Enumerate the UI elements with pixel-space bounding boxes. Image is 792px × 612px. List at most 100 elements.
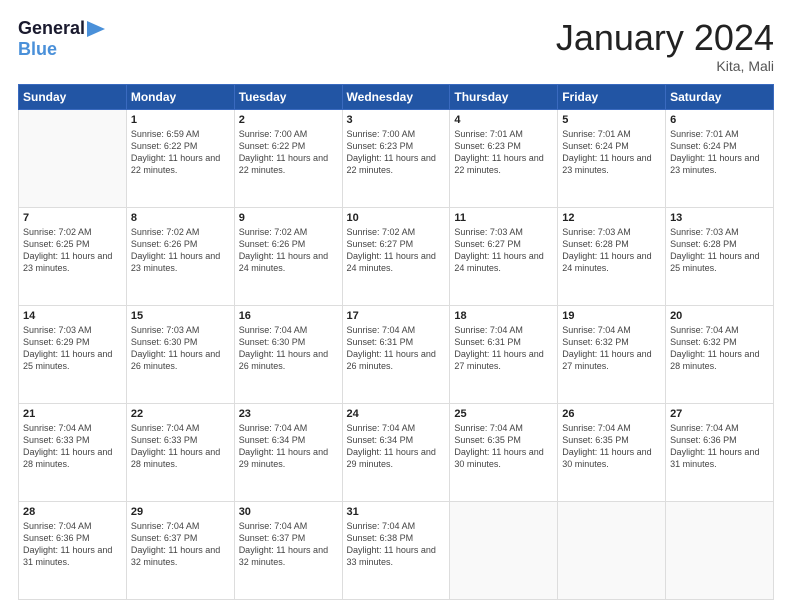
day-number: 9 xyxy=(239,212,338,224)
page: General Blue January 2024 Kita, Mali Sun… xyxy=(0,0,792,612)
calendar-header-row: SundayMondayTuesdayWednesdayThursdayFrid… xyxy=(19,84,774,109)
title-section: January 2024 Kita, Mali xyxy=(556,18,774,74)
day-number: 11 xyxy=(454,212,553,224)
day-number: 7 xyxy=(23,212,122,224)
calendar-cell: 31Sunrise: 7:04 AMSunset: 6:38 PMDayligh… xyxy=(342,501,450,599)
calendar-cell: 13 Sunrise: 7:03 AMSunset: 6:28 PMDayligh… xyxy=(666,207,774,305)
cell-details: Sunrise: 7:03 AMSunset: 6:29 PMDaylight:… xyxy=(23,324,122,373)
calendar-cell: 17 Sunrise: 7:04 AMSunset: 6:31 PMDayligh… xyxy=(342,305,450,403)
day-number: 27 xyxy=(670,408,769,420)
day-number: 28 xyxy=(23,506,122,518)
calendar-cell: 29Sunrise: 7:04 AMSunset: 6:37 PMDayligh… xyxy=(126,501,234,599)
day-number: 1 xyxy=(131,114,230,126)
calendar-cell: 25 Sunrise: 7:04 AMSunset: 6:35 PMDayligh… xyxy=(450,403,558,501)
day-number: 12 xyxy=(562,212,661,224)
calendar-cell: 23Sunrise: 7:04 AMSunset: 6:34 PMDayligh… xyxy=(234,403,342,501)
cell-details: Sunrise: 7:02 AMSunset: 6:26 PMDaylight:… xyxy=(239,226,338,275)
cell-details: Sunrise: 7:01 AMSunset: 6:23 PMDaylight:… xyxy=(454,128,553,177)
calendar-cell: 14 Sunrise: 7:03 AMSunset: 6:29 PMDayligh… xyxy=(19,305,127,403)
calendar-cell: 10Sunrise: 7:02 AMSunset: 6:27 PMDayligh… xyxy=(342,207,450,305)
calendar-header-tuesday: Tuesday xyxy=(234,84,342,109)
cell-details: Sunrise: 7:02 AMSunset: 6:27 PMDaylight:… xyxy=(347,226,446,275)
day-number: 2 xyxy=(239,114,338,126)
day-number: 8 xyxy=(131,212,230,224)
location-subtitle: Kita, Mali xyxy=(556,58,774,74)
day-number: 13 xyxy=(670,212,769,224)
calendar-cell: 3 Sunrise: 7:00 AMSunset: 6:23 PMDaylight… xyxy=(342,109,450,207)
logo-blue: Blue xyxy=(18,39,57,60)
cell-details: Sunrise: 7:04 AMSunset: 6:34 PMDaylight:… xyxy=(347,422,446,471)
day-number: 14 xyxy=(23,310,122,322)
calendar-cell xyxy=(19,109,127,207)
calendar-cell xyxy=(558,501,666,599)
calendar-cell: 22 Sunrise: 7:04 AMSunset: 6:33 PMDayligh… xyxy=(126,403,234,501)
calendar-cell: 7 Sunrise: 7:02 AMSunset: 6:25 PMDaylight… xyxy=(19,207,127,305)
cell-details: Sunrise: 7:03 AMSunset: 6:28 PMDaylight:… xyxy=(670,226,769,275)
calendar-cell: 1 Sunrise: 6:59 AMSunset: 6:22 PMDaylight… xyxy=(126,109,234,207)
calendar-cell: 27 Sunrise: 7:04 AMSunset: 6:36 PMDayligh… xyxy=(666,403,774,501)
calendar-cell: 8Sunrise: 7:02 AMSunset: 6:26 PMDaylight… xyxy=(126,207,234,305)
day-number: 25 xyxy=(454,408,553,420)
calendar-header-sunday: Sunday xyxy=(19,84,127,109)
day-number: 16 xyxy=(239,310,338,322)
day-number: 21 xyxy=(23,408,122,420)
calendar-cell: 30Sunrise: 7:04 AMSunset: 6:37 PMDayligh… xyxy=(234,501,342,599)
calendar-cell: 6Sunrise: 7:01 AMSunset: 6:24 PMDaylight… xyxy=(666,109,774,207)
cell-details: Sunrise: 7:04 AMSunset: 6:30 PMDaylight:… xyxy=(239,324,338,373)
day-number: 15 xyxy=(131,310,230,322)
calendar-cell: 24Sunrise: 7:04 AMSunset: 6:34 PMDayligh… xyxy=(342,403,450,501)
calendar-cell: 12 Sunrise: 7:03 AMSunset: 6:28 PMDayligh… xyxy=(558,207,666,305)
cell-details: Sunrise: 7:00 AMSunset: 6:23 PMDaylight:… xyxy=(347,128,446,177)
logo-general: General xyxy=(18,18,85,39)
calendar-week-row: 21 Sunrise: 7:04 AMSunset: 6:33 PMDayligh… xyxy=(19,403,774,501)
calendar-cell: 2 Sunrise: 7:00 AMSunset: 6:22 PMDaylight… xyxy=(234,109,342,207)
calendar-cell: 5Sunrise: 7:01 AMSunset: 6:24 PMDaylight… xyxy=(558,109,666,207)
cell-details: Sunrise: 7:03 AMSunset: 6:30 PMDaylight:… xyxy=(131,324,230,373)
calendar-cell: 20 Sunrise: 7:04 AMSunset: 6:32 PMDayligh… xyxy=(666,305,774,403)
calendar-header-saturday: Saturday xyxy=(666,84,774,109)
calendar-header-friday: Friday xyxy=(558,84,666,109)
calendar-header-thursday: Thursday xyxy=(450,84,558,109)
cell-details: Sunrise: 7:04 AMSunset: 6:31 PMDaylight:… xyxy=(347,324,446,373)
cell-details: Sunrise: 7:04 AMSunset: 6:31 PMDaylight:… xyxy=(454,324,553,373)
cell-details: Sunrise: 7:04 AMSunset: 6:36 PMDaylight:… xyxy=(670,422,769,471)
cell-details: Sunrise: 7:04 AMSunset: 6:36 PMDaylight:… xyxy=(23,520,122,569)
cell-details: Sunrise: 6:59 AMSunset: 6:22 PMDaylight:… xyxy=(131,128,230,177)
day-number: 22 xyxy=(131,408,230,420)
calendar-cell xyxy=(450,501,558,599)
calendar-cell xyxy=(666,501,774,599)
day-number: 26 xyxy=(562,408,661,420)
day-number: 17 xyxy=(347,310,446,322)
calendar-cell: 28 Sunrise: 7:04 AMSunset: 6:36 PMDayligh… xyxy=(19,501,127,599)
calendar-week-row: 14 Sunrise: 7:03 AMSunset: 6:29 PMDayligh… xyxy=(19,305,774,403)
header: General Blue January 2024 Kita, Mali xyxy=(18,18,774,74)
cell-details: Sunrise: 7:04 AMSunset: 6:35 PMDaylight:… xyxy=(562,422,661,471)
logo-line1: General xyxy=(18,18,105,39)
day-number: 4 xyxy=(454,114,553,126)
calendar-week-row: 28 Sunrise: 7:04 AMSunset: 6:36 PMDayligh… xyxy=(19,501,774,599)
calendar-week-row: 7 Sunrise: 7:02 AMSunset: 6:25 PMDaylight… xyxy=(19,207,774,305)
calendar-header-monday: Monday xyxy=(126,84,234,109)
day-number: 20 xyxy=(670,310,769,322)
calendar-cell: 9 Sunrise: 7:02 AMSunset: 6:26 PMDaylight… xyxy=(234,207,342,305)
cell-details: Sunrise: 7:01 AMSunset: 6:24 PMDaylight:… xyxy=(562,128,661,177)
logo-blue-text: Blue xyxy=(18,39,57,59)
calendar-cell: 16 Sunrise: 7:04 AMSunset: 6:30 PMDayligh… xyxy=(234,305,342,403)
cell-details: Sunrise: 7:02 AMSunset: 6:25 PMDaylight:… xyxy=(23,226,122,275)
day-number: 31 xyxy=(347,506,446,518)
day-number: 6 xyxy=(670,114,769,126)
calendar-cell: 21Sunrise: 7:04 AMSunset: 6:33 PMDayligh… xyxy=(19,403,127,501)
cell-details: Sunrise: 7:04 AMSunset: 6:37 PMDaylight:… xyxy=(239,520,338,569)
calendar-cell: 15 Sunrise: 7:03 AMSunset: 6:30 PMDayligh… xyxy=(126,305,234,403)
cell-details: Sunrise: 7:04 AMSunset: 6:37 PMDaylight:… xyxy=(131,520,230,569)
cell-details: Sunrise: 7:04 AMSunset: 6:35 PMDaylight:… xyxy=(454,422,553,471)
day-number: 23 xyxy=(239,408,338,420)
calendar-table: SundayMondayTuesdayWednesdayThursdayFrid… xyxy=(18,84,774,600)
calendar-cell: 11Sunrise: 7:03 AMSunset: 6:27 PMDayligh… xyxy=(450,207,558,305)
cell-details: Sunrise: 7:00 AMSunset: 6:22 PMDaylight:… xyxy=(239,128,338,177)
cell-details: Sunrise: 7:03 AMSunset: 6:28 PMDaylight:… xyxy=(562,226,661,275)
calendar-week-row: 1 Sunrise: 6:59 AMSunset: 6:22 PMDaylight… xyxy=(19,109,774,207)
cell-details: Sunrise: 7:04 AMSunset: 6:33 PMDaylight:… xyxy=(131,422,230,471)
day-number: 3 xyxy=(347,114,446,126)
cell-details: Sunrise: 7:04 AMSunset: 6:32 PMDaylight:… xyxy=(670,324,769,373)
